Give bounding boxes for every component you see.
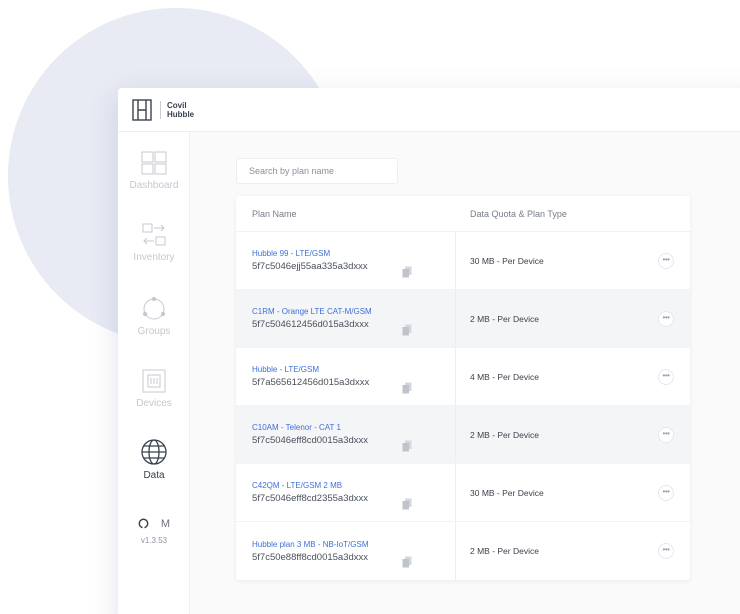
devices-chip-icon [142, 369, 166, 393]
table-row[interactable]: Hubble plan 3 MB - NB-IoT/GSM 5f7c50e88f… [236, 522, 690, 580]
sidebar-item-data[interactable]: Data [118, 438, 190, 481]
copy-icon[interactable] [402, 382, 412, 394]
more-options-button[interactable]: ••• [658, 426, 674, 443]
sidebar-item-label: Devices [136, 398, 172, 409]
data-quota-cell: 2 MB - Per Device [470, 313, 539, 324]
sidebar-item-label: Inventory [133, 252, 175, 263]
main-content: Plan Name Data Quota & Plan Type Hubble … [190, 132, 740, 614]
data-quota-cell: 2 MB - Per Device [470, 546, 539, 556]
brand-line-1: Covil [167, 100, 187, 110]
more-options-button[interactable]: ••• [658, 252, 674, 269]
copy-icon[interactable] [402, 324, 412, 336]
plan-id: 5f7c5046eff8cd0015a3dxxx [252, 435, 369, 446]
top-bar: Covil Hubble [118, 88, 740, 132]
plan-name-link[interactable]: Hubble 99 - LTE/GSM [252, 249, 455, 258]
table-row[interactable]: Hubble - LTE/GSM 5f7a565612456d015a3dxxx… [236, 348, 690, 406]
plan-cell: Hubble plan 3 MB - NB-IoT/GSM 5f7c50e88f… [236, 522, 456, 580]
plan-id: 5f7c5046eff8cd2355a3dxxx [252, 493, 369, 504]
more-options-button[interactable]: ••• [658, 484, 674, 501]
plan-name-link[interactable]: C10AM - Telenor - CAT 1 [252, 423, 455, 432]
plans-table: Plan Name Data Quota & Plan Type Hubble … [236, 196, 690, 580]
search-input[interactable] [236, 158, 398, 184]
inventory-arrows-icon [142, 223, 166, 246]
plan-name-link[interactable]: C1RM - Orange LTE CAT-M/GSM [252, 307, 455, 316]
version-label: v1.3.53 [140, 536, 168, 545]
table-row[interactable]: C10AM - Telenor - CAT 1 5f7c5046eff8cd00… [236, 406, 690, 464]
sidebar-item-groups[interactable]: Groups [118, 296, 190, 337]
plan-name-link[interactable]: Hubble plan 3 MB - NB-IoT/GSM [252, 540, 455, 549]
plan-cell: Hubble 99 - LTE/GSM 5f7c5046ejj55aa335a3… [236, 232, 456, 289]
column-header-data-quota[interactable]: Data Quota & Plan Type [456, 209, 567, 219]
plan-id: 5f7c50e88ff8cd0015a3dxxx [252, 551, 369, 563]
plan-cell: C42QM - LTE/GSM 2 MB 5f7c5046eff8cd2355a… [236, 464, 456, 521]
copy-icon[interactable] [402, 440, 412, 452]
more-options-button[interactable]: ••• [658, 310, 674, 327]
plan-id: 5f7c5046ejj55aa335a3dxxx [252, 261, 368, 272]
sidebar-item-label: Groups [137, 326, 171, 337]
data-quota-cell: 30 MB - Per Device [470, 487, 544, 498]
plan-cell: Hubble - LTE/GSM 5f7a565612456d015a3dxxx [236, 348, 456, 405]
more-options-button[interactable]: ••• [658, 543, 674, 559]
globe-icon [141, 439, 167, 465]
plan-id: 5f7a565612456d015a3dxxx [252, 377, 370, 388]
mail-icon[interactable]: M [161, 518, 170, 530]
data-quota-cell: 30 MB - Per Device [470, 255, 544, 266]
plan-name-link[interactable]: Hubble - LTE/GSM [252, 365, 455, 374]
copy-icon[interactable] [402, 266, 412, 278]
github-icon[interactable] [138, 518, 149, 529]
table-row[interactable]: C42QM - LTE/GSM 2 MB 5f7c5046eff8cd2355a… [236, 464, 690, 522]
copy-icon[interactable] [402, 498, 412, 510]
copy-icon[interactable] [402, 556, 412, 568]
sidebar-item-label: Dashboard [129, 180, 179, 191]
sidebar: Dashboard Inventory Groups Devices Data … [118, 132, 190, 614]
hubble-logo-icon [132, 98, 152, 121]
data-quota-cell: 4 MB - Per Device [470, 371, 539, 382]
plan-id: 5f7c504612456d015a3dxxx [252, 319, 369, 330]
sidebar-item-dashboard[interactable]: Dashboard [118, 150, 190, 191]
plan-cell: C1RM - Orange LTE CAT-M/GSM 5f7c50461245… [236, 290, 456, 347]
more-options-button[interactable]: ••• [658, 368, 674, 385]
table-row[interactable]: Hubble 99 - LTE/GSM 5f7c5046ejj55aa335a3… [236, 232, 690, 290]
plan-cell: C10AM - Telenor - CAT 1 5f7c5046eff8cd00… [236, 406, 456, 463]
column-header-plan-name[interactable]: Plan Name [236, 209, 456, 219]
table-header: Plan Name Data Quota & Plan Type [236, 196, 690, 232]
sidebar-footer-icons: M [118, 518, 190, 530]
data-quota-cell: 2 MB - Per Device [470, 429, 539, 440]
sidebar-item-label: Data [143, 470, 165, 481]
brand-line-2: Hubble [167, 109, 195, 119]
sidebar-item-devices[interactable]: Devices [118, 368, 190, 409]
groups-circle-icon [142, 296, 166, 320]
sidebar-item-inventory[interactable]: Inventory [118, 222, 190, 263]
dashboard-grid-icon [141, 151, 167, 175]
brand-name: Covil Hubble [160, 100, 195, 119]
table-row[interactable]: C1RM - Orange LTE CAT-M/GSM 5f7c50461245… [236, 290, 690, 348]
plan-name-link[interactable]: C42QM - LTE/GSM 2 MB [252, 481, 455, 490]
app-window: Covil Hubble Dashboard Inventory Groups … [118, 88, 740, 614]
